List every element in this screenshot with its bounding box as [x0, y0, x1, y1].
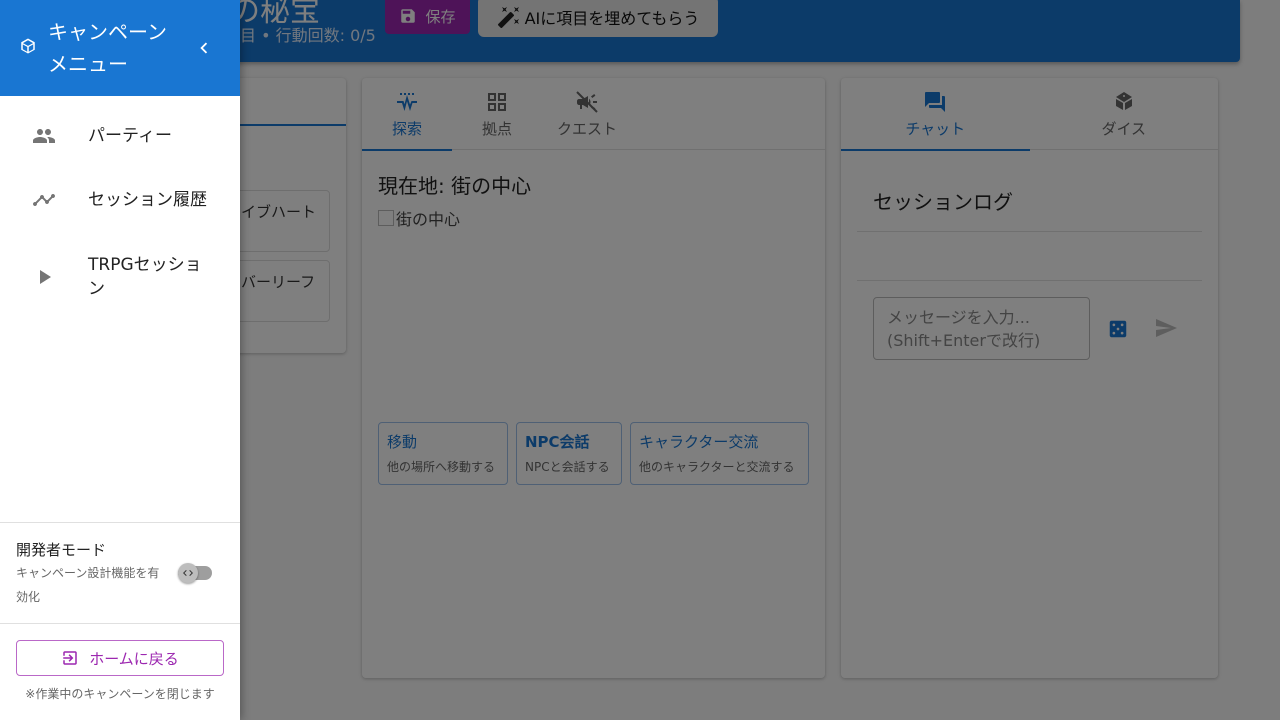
nav-item-session-history[interactable]: セッション履歴 [0, 176, 240, 224]
nav-item-trpg-session[interactable]: TRPGセッショ ン [0, 240, 240, 314]
play-arrow-icon [40, 270, 51, 284]
nav-item-label-line: TRPGセッショ [88, 255, 202, 275]
developer-mode-title: 開発者モード [16, 541, 107, 559]
nav-item-label-line: ン [88, 279, 105, 299]
group-icon [33, 129, 55, 143]
timeline-icon [33, 194, 55, 206]
drawer-title-line: キャンペーン [48, 20, 167, 44]
campaign-menu-drawer: キャンペーン メニュー パーティー セッション履歴 TRPGセッショ ン 開発者… [0, 0, 240, 720]
chevron-left-icon[interactable] [193, 37, 215, 59]
dice-icon [21, 38, 35, 54]
code-icon [183, 570, 193, 576]
drawer-header: キャンペーン メニュー [0, 0, 240, 96]
divider [0, 522, 240, 523]
drawer-title: キャンペーン メニュー [48, 16, 178, 80]
divider [0, 623, 240, 624]
nav-item-party[interactable]: パーティー [0, 112, 240, 160]
back-to-home-label: ホームに戻る [89, 649, 179, 668]
toggle-knob [178, 563, 198, 583]
drawer-title-line: メニュー [48, 52, 128, 76]
back-to-home-button[interactable]: ホームに戻る [16, 640, 224, 676]
developer-mode-description: キャンペーン設計機能を有効化 [16, 566, 160, 604]
nav-item-label: セッション履歴 [88, 190, 207, 210]
nav-item-label: TRPGセッショ ン [88, 253, 216, 301]
nav-item-label: パーティー [88, 126, 172, 146]
developer-mode-toggle[interactable] [178, 563, 212, 583]
back-to-home-note: ※作業中のキャンペーンを閉じます [25, 687, 215, 701]
exit-to-app-icon [63, 651, 77, 665]
